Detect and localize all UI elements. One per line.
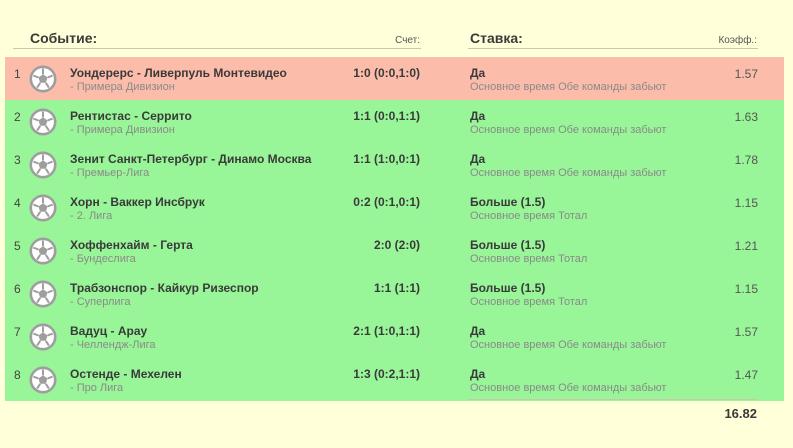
bet-selection: Больше (1.5) <box>470 238 546 252</box>
match-score: 1:0 (0:0,1:0) <box>353 66 420 80</box>
soccer-ball-icon <box>29 65 57 93</box>
bet-odds: 1.15 <box>734 282 758 296</box>
bet-odds: 1.21 <box>734 239 758 253</box>
soccer-ball-icon <box>29 108 57 136</box>
bet-odds: 1.15 <box>734 196 758 210</box>
bet-row[interactable]: 2 Рентистас - Серрито - Примера Дивизион… <box>5 100 784 143</box>
bet-selection: Да <box>470 66 486 80</box>
total-divider <box>468 399 758 400</box>
row-number: 4 <box>14 196 21 210</box>
league-name: - 2. Лига <box>70 210 113 222</box>
bet-selection: Да <box>470 109 486 123</box>
bet-market: Основное время Обе команды забьют <box>470 167 667 179</box>
soccer-ball-icon <box>29 151 57 179</box>
bet-odds: 1.57 <box>734 325 758 339</box>
match-score: 2:0 (2:0) <box>373 238 420 252</box>
bet-row[interactable]: 8 Остенде - Мехелен - Про Лига 1:3 (0:2,… <box>5 358 784 401</box>
event-column-title: Событие: <box>30 30 98 46</box>
match-score: 1:1 (1:0,0:1) <box>353 152 420 166</box>
event-name: Рентистас - Серрито <box>70 109 192 123</box>
row-number: 7 <box>14 325 21 339</box>
soccer-ball-icon <box>29 366 57 394</box>
league-name: - Примера Дивизион <box>70 81 175 93</box>
bet-row[interactable]: 4 Хорн - Ваккер Инсбрук - 2. Лига 0:2 (0… <box>5 186 784 229</box>
bet-market: Основное время Тотал <box>470 296 588 308</box>
bet-odds: 1.47 <box>734 368 758 382</box>
bet-market: Основное время Обе команды забьют <box>470 382 667 394</box>
league-name: - Бундеслига <box>70 253 136 265</box>
row-number: 5 <box>14 239 21 253</box>
match-score: 2:1 (1:0,1:1) <box>353 324 420 338</box>
bet-market: Основное время Обе команды забьют <box>470 339 667 351</box>
total-odds: 16.82 <box>724 406 757 421</box>
event-name: Остенде - Мехелен <box>70 367 182 381</box>
match-score: 1:1 (0:0,1:1) <box>353 109 420 123</box>
bet-odds: 1.63 <box>734 110 758 124</box>
event-name: Трабзонспор - Кайкур Ризеспор <box>70 281 259 295</box>
soccer-ball-icon <box>29 280 57 308</box>
bet-row[interactable]: 1 Уондерерс - Ливерпуль Монтевидео - При… <box>5 57 784 100</box>
league-name: - Челлендж-Лига <box>70 339 156 351</box>
bet-market: Основное время Обе команды забьют <box>470 124 667 136</box>
bet-selection: Да <box>470 324 486 338</box>
bet-market: Основное время Тотал <box>470 210 588 222</box>
soccer-ball-icon <box>29 323 57 351</box>
event-header: Событие: Счет: <box>13 30 421 49</box>
match-score: 1:1 (1:1) <box>373 281 420 295</box>
bet-column-title: Ставка: <box>470 30 523 46</box>
league-name: - Премьер-Лига <box>70 167 150 179</box>
league-name: - Примера Дивизион <box>70 124 175 136</box>
bet-row[interactable]: 6 Трабзонспор - Кайкур Ризеспор - Суперл… <box>5 272 784 315</box>
bet-odds: 1.78 <box>734 153 758 167</box>
bet-selection: Больше (1.5) <box>470 281 546 295</box>
bet-row[interactable]: 3 Зенит Санкт-Петербург - Динамо Москва … <box>5 143 784 186</box>
event-name: Уондерерс - Ливерпуль Монтевидео <box>70 66 287 80</box>
match-score: 1:3 (0:2,1:1) <box>353 367 420 381</box>
odds-column-title: Коэфф.: <box>718 35 757 46</box>
row-number: 8 <box>14 368 21 382</box>
league-name: - Про Лига <box>70 382 124 394</box>
row-number: 2 <box>14 110 21 124</box>
bet-selection: Больше (1.5) <box>470 195 546 209</box>
bet-row[interactable]: 5 Хоффенхайм - Герта - Бундеслига 2:0 (2… <box>5 229 784 272</box>
match-score: 0:2 (0:1,0:1) <box>353 195 420 209</box>
bet-market: Основное время Обе команды забьют <box>470 81 667 93</box>
bet-odds: 1.57 <box>734 67 758 81</box>
event-name: Хоффенхайм - Герта <box>70 238 193 252</box>
bet-row[interactable]: 7 Вадуц - Арау - Челлендж-Лига 2:1 (1:0,… <box>5 315 784 358</box>
soccer-ball-icon <box>29 237 57 265</box>
bet-market: Основное время Тотал <box>470 253 588 265</box>
bet-header: Ставка: Коэфф.: <box>468 30 758 49</box>
bet-selection: Да <box>470 367 486 381</box>
row-number: 3 <box>14 153 21 167</box>
bet-selection: Да <box>470 152 486 166</box>
event-name: Хорн - Ваккер Инсбрук <box>70 195 205 209</box>
league-name: - Суперлига <box>70 296 131 308</box>
event-name: Зенит Санкт-Петербург - Динамо Москва <box>70 152 312 166</box>
score-column-title: Счет: <box>395 35 420 46</box>
row-number: 6 <box>14 282 21 296</box>
row-number: 1 <box>14 67 21 81</box>
soccer-ball-icon <box>29 194 57 222</box>
event-name: Вадуц - Арау <box>70 324 148 338</box>
bet-list: 1 Уондерерс - Ливерпуль Монтевидео - При… <box>5 57 784 401</box>
